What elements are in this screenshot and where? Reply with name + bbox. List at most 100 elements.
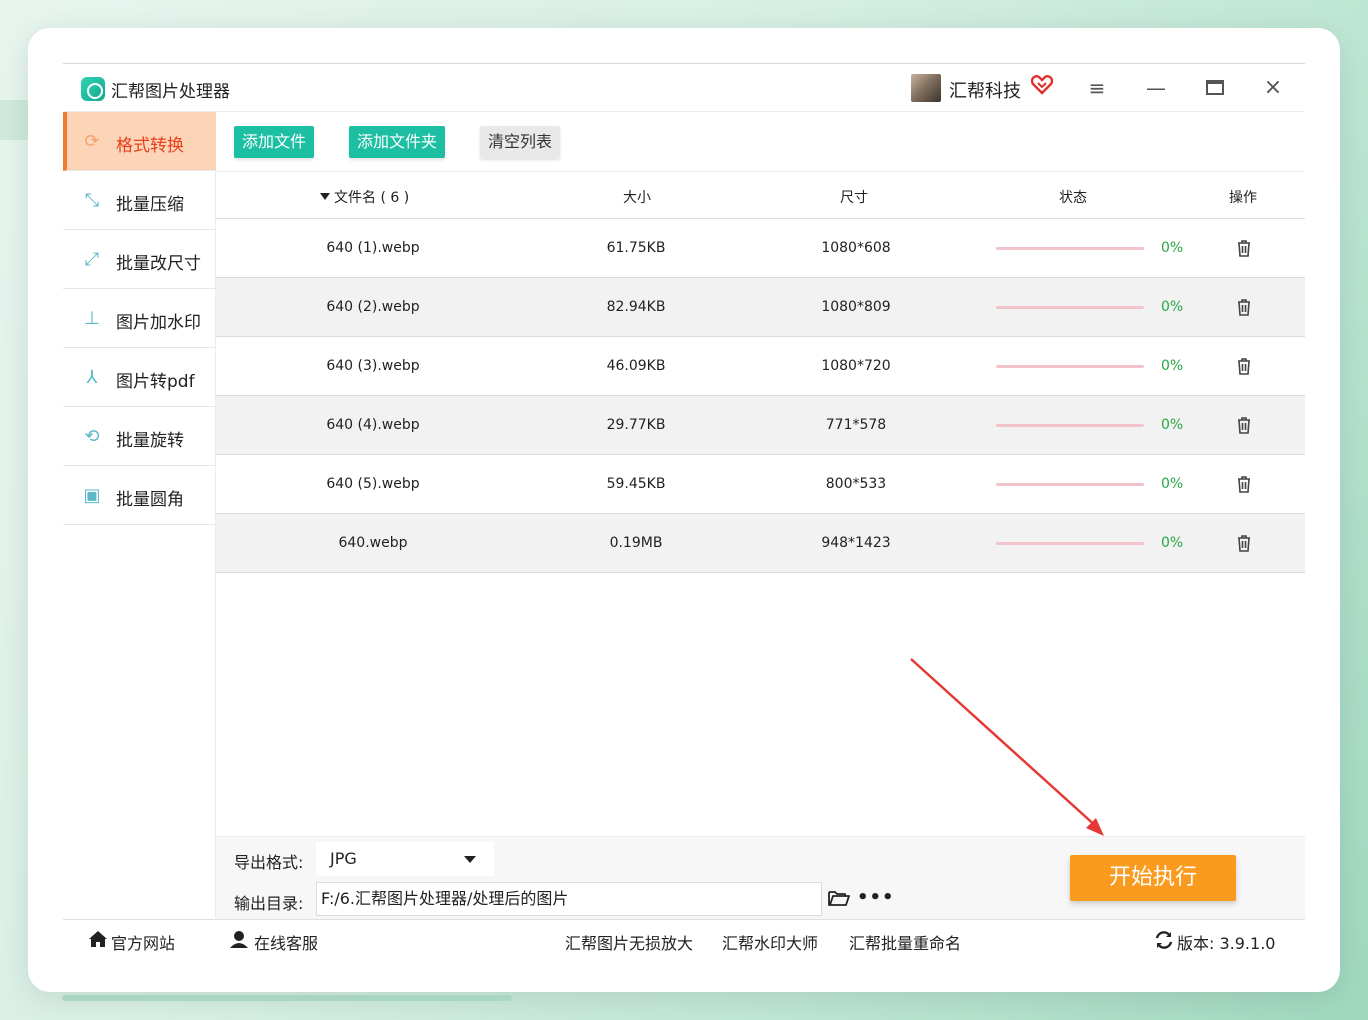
file-dimension: 1080*720 bbox=[821, 358, 891, 374]
menu-icon[interactable]: ≡ bbox=[1082, 74, 1112, 102]
compress-icon: ⤡ bbox=[84, 190, 100, 211]
file-size: 0.19MB bbox=[609, 535, 663, 551]
table-row[interactable]: 640 (1).webp 61.75KB 1080*608 0% bbox=[216, 219, 1305, 278]
file-name: 640 (2).webp bbox=[326, 299, 420, 315]
rounded-corner-icon: ▣ bbox=[83, 485, 101, 506]
header-status: 状态 bbox=[1059, 190, 1087, 206]
watermark-master-link[interactable]: 汇帮水印大师 bbox=[722, 930, 818, 954]
more-options-icon[interactable]: ••• bbox=[857, 887, 895, 908]
trash-icon[interactable] bbox=[1234, 474, 1254, 494]
sidebar-item-label: 批量压缩 bbox=[116, 195, 184, 215]
sidebar-item-label: 批量旋转 bbox=[116, 431, 184, 451]
app-title: 汇帮图片处理器 bbox=[111, 82, 230, 102]
refresh-icon[interactable] bbox=[1154, 930, 1174, 954]
trash-icon[interactable] bbox=[1234, 415, 1254, 435]
maximize-icon[interactable] bbox=[1200, 74, 1230, 102]
table-row[interactable]: 640.webp 0.19MB 948*1423 0% bbox=[216, 514, 1305, 573]
pdf-icon: ⅄ bbox=[86, 367, 98, 388]
output-dir-input[interactable]: F:/6.汇帮图片处理器/处理后的图片 bbox=[316, 882, 822, 916]
footer: 官方网站 在线客服 汇帮图片无损放大 汇帮水印大师 汇帮批量重命名 版本: 3.… bbox=[63, 919, 1305, 959]
progress-bar bbox=[996, 247, 1144, 250]
batch-rename-link[interactable]: 汇帮批量重命名 bbox=[849, 930, 961, 954]
file-size: 29.77KB bbox=[606, 417, 666, 433]
sidebar-item-rounded-corner[interactable]: ▣ 批量圆角 bbox=[63, 466, 216, 525]
toolbar: 添加文件 添加文件夹 清空列表 bbox=[216, 112, 1305, 172]
table-row[interactable]: 640 (3).webp 46.09KB 1080*720 0% bbox=[216, 337, 1305, 396]
sidebar-item-format-convert[interactable]: ⟳ 格式转换 bbox=[63, 112, 216, 171]
output-settings: 导出格式: JPG 输出目录: F:/6.汇帮图片处理器/处理后的图片 ••• … bbox=[216, 836, 1305, 919]
file-table: 文件名 ( 6 ) 大小 尺寸 状态 操作 640 (1).webp 61.75K… bbox=[216, 172, 1305, 573]
file-name: 640 (1).webp bbox=[326, 240, 420, 256]
version-label: 版本: 3.9.1.0 bbox=[1177, 934, 1276, 953]
sidebar: ⟳ 格式转换 ⤡ 批量压缩 ⤢ 批量改尺寸 ⊥ 图片加水印 ⅄ 图片转pdf ⟲… bbox=[63, 112, 216, 918]
user-avatar[interactable] bbox=[911, 74, 941, 102]
sort-caret-icon[interactable] bbox=[320, 193, 330, 200]
format-value: JPG bbox=[330, 849, 357, 868]
customer-service-icon[interactable] bbox=[229, 930, 249, 952]
file-size: 59.45KB bbox=[606, 476, 666, 492]
sidebar-item-label: 批量圆角 bbox=[116, 490, 184, 510]
progress-bar bbox=[996, 483, 1144, 486]
progress-text: 0% bbox=[1161, 535, 1184, 551]
sidebar-item-rotate[interactable]: ⟲ 批量旋转 bbox=[63, 407, 216, 466]
folder-open-icon[interactable] bbox=[828, 889, 850, 907]
header-dimension: 尺寸 bbox=[840, 190, 868, 206]
table-row[interactable]: 640 (4).webp 29.77KB 771*578 0% bbox=[216, 396, 1305, 455]
sidebar-item-watermark[interactable]: ⊥ 图片加水印 bbox=[63, 289, 216, 348]
file-size: 61.75KB bbox=[606, 240, 666, 256]
file-dimension: 771*578 bbox=[825, 417, 887, 433]
file-dimension: 1080*608 bbox=[821, 240, 891, 256]
add-folder-button[interactable]: 添加文件夹 bbox=[349, 126, 445, 158]
rotate-icon: ⟲ bbox=[84, 426, 100, 447]
start-button[interactable]: 开始执行 bbox=[1070, 855, 1236, 901]
trash-icon[interactable] bbox=[1234, 297, 1254, 317]
progress-text: 0% bbox=[1161, 240, 1184, 256]
vip-heart-icon[interactable] bbox=[1030, 75, 1054, 100]
header-filename[interactable]: 文件名 ( 6 ) bbox=[320, 187, 409, 207]
user-name[interactable]: 汇帮科技 bbox=[949, 77, 1021, 103]
title-bar: 汇帮图片处理器 汇帮科技 ≡ — × bbox=[63, 64, 1305, 112]
progress-text: 0% bbox=[1161, 299, 1184, 315]
format-label: 导出格式: bbox=[234, 853, 304, 872]
sidebar-item-label: 图片转pdf bbox=[116, 372, 195, 392]
official-site-link[interactable]: 官方网站 bbox=[111, 930, 175, 954]
lossless-upscale-link[interactable]: 汇帮图片无损放大 bbox=[565, 930, 693, 954]
file-name: 640.webp bbox=[338, 535, 408, 551]
horizontal-scrollbar[interactable] bbox=[62, 995, 512, 1001]
progress-bar bbox=[996, 424, 1144, 427]
add-file-button[interactable]: 添加文件 bbox=[234, 126, 314, 158]
sidebar-item-resize[interactable]: ⤢ 批量改尺寸 bbox=[63, 230, 216, 289]
progress-bar bbox=[996, 365, 1144, 368]
sidebar-item-label: 批量改尺寸 bbox=[116, 254, 201, 274]
trash-icon[interactable] bbox=[1234, 533, 1254, 553]
home-icon[interactable] bbox=[88, 930, 108, 952]
sidebar-item-compress[interactable]: ⤡ 批量压缩 bbox=[63, 171, 216, 230]
progress-text: 0% bbox=[1161, 358, 1184, 374]
file-size: 46.09KB bbox=[606, 358, 666, 374]
file-name: 640 (5).webp bbox=[326, 476, 420, 492]
file-dimension: 800*533 bbox=[825, 476, 887, 492]
progress-bar bbox=[996, 542, 1144, 545]
close-icon[interactable]: × bbox=[1258, 74, 1288, 102]
format-select[interactable]: JPG bbox=[316, 842, 494, 876]
table-row[interactable]: 640 (5).webp 59.45KB 800*533 0% bbox=[216, 455, 1305, 514]
progress-text: 0% bbox=[1161, 417, 1184, 433]
minimize-icon[interactable]: — bbox=[1141, 74, 1171, 102]
watermark-icon: ⊥ bbox=[84, 308, 100, 329]
clear-list-button[interactable]: 清空列表 bbox=[480, 126, 560, 158]
sidebar-item-label: 图片加水印 bbox=[116, 313, 201, 333]
app-window: 汇帮图片处理器 汇帮科技 ≡ — × ⟳ 格式转换 ⤡ 批量压缩 ⤢ 批量改尺寸… bbox=[63, 63, 1305, 958]
trash-icon[interactable] bbox=[1234, 238, 1254, 258]
sidebar-item-to-pdf[interactable]: ⅄ 图片转pdf bbox=[63, 348, 216, 407]
table-row[interactable]: 640 (2).webp 82.94KB 1080*809 0% bbox=[216, 278, 1305, 337]
online-service-link[interactable]: 在线客服 bbox=[254, 930, 318, 954]
trash-icon[interactable] bbox=[1234, 356, 1254, 376]
file-dimension: 1080*809 bbox=[821, 299, 891, 315]
chevron-down-icon bbox=[464, 856, 476, 863]
app-logo-icon bbox=[81, 77, 105, 101]
header-size: 大小 bbox=[623, 190, 651, 206]
resize-icon: ⤢ bbox=[84, 249, 100, 270]
table-header: 文件名 ( 6 ) 大小 尺寸 状态 操作 bbox=[216, 172, 1305, 219]
progress-bar bbox=[996, 306, 1144, 309]
file-name: 640 (4).webp bbox=[326, 417, 420, 433]
